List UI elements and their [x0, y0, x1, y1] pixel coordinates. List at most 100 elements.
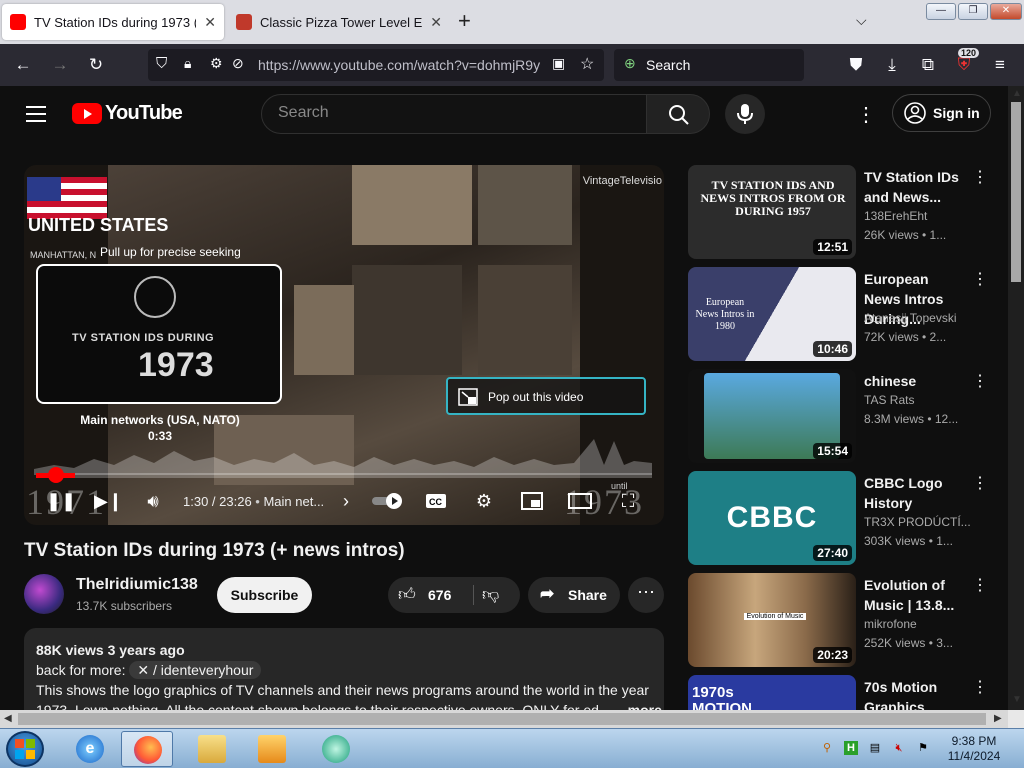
taskbar-firefox[interactable]: [121, 731, 173, 767]
miniplayer-icon[interactable]: [520, 489, 544, 513]
related-video-item[interactable]: TV STATION IDS AND NEWS INTROS FROM OR D…: [688, 165, 998, 259]
taskbar-internet-explorer[interactable]: e: [64, 731, 116, 767]
subtitles-icon[interactable]: CC: [424, 489, 448, 513]
pop-out-video-button[interactable]: Pop out this video: [446, 377, 646, 415]
related-channel[interactable]: Atanasij Topevski: [864, 311, 957, 325]
reader-view-icon[interactable]: ▣: [552, 55, 565, 72]
related-channel[interactable]: TR3X PRODÚCTÍ...: [864, 515, 971, 529]
list-all-tabs-chevron-icon[interactable]: ⌵: [856, 12, 867, 29]
scroll-right-arrow-icon[interactable]: ▶: [994, 713, 1002, 724]
share-button[interactable]: ➦ Share: [528, 577, 620, 613]
horizontal-scrollbar[interactable]: ◀ ▶: [0, 710, 1008, 728]
scroll-down-arrow-icon[interactable]: ▼: [1012, 694, 1022, 705]
related-more-icon[interactable]: ⋮: [972, 677, 988, 697]
channel-name[interactable]: TheIridiumic138: [76, 576, 198, 594]
bookmark-star-icon[interactable]: ☆: [580, 54, 594, 74]
tab-pizza-tower[interactable]: Classic Pizza Tower Level Editor ✕: [228, 4, 450, 40]
url-bar[interactable]: ⛉ 🔒︎ ⚙ ⊘ https://www.youtube.com/watch?v…: [148, 49, 604, 81]
scroll-up-arrow-icon[interactable]: ▲: [1012, 88, 1022, 99]
related-thumbnail[interactable]: Evolution of Music 20:23: [688, 573, 856, 667]
scroll-left-arrow-icon[interactable]: ◀: [4, 713, 12, 724]
vertical-scrollbar[interactable]: ▲ ▼: [1008, 86, 1024, 710]
related-more-icon[interactable]: ⋮: [972, 473, 988, 493]
vertical-scroll-thumb[interactable]: [1011, 102, 1021, 282]
related-channel[interactable]: TAS Rats: [864, 393, 914, 407]
tray-monitor-icon[interactable]: ▤: [868, 741, 882, 755]
taskbar-file-explorer[interactable]: [186, 731, 238, 767]
minimize-window-button[interactable]: —: [926, 3, 956, 20]
related-thumbnail[interactable]: 1970s MOTION: [688, 675, 856, 710]
system-clock[interactable]: 9:38 PM 11/4/2024: [938, 734, 1010, 764]
related-title[interactable]: 70s Motion Graphics from...: [864, 677, 968, 710]
related-more-icon[interactable]: ⋮: [972, 575, 988, 595]
thumbs-up-icon[interactable]: 👍︎: [398, 584, 416, 605]
forward-arrow-icon[interactable]: →: [47, 52, 73, 78]
like-count[interactable]: 676: [428, 587, 451, 603]
extensions-icon[interactable]: ⧉: [915, 52, 941, 78]
related-channel[interactable]: 138ErehEht: [864, 209, 927, 223]
taskbar-app[interactable]: [310, 731, 362, 767]
related-video-item[interactable]: CBBC 27:40 CBBC Logo History TR3X PRODÚC…: [688, 471, 998, 565]
related-video-item[interactable]: 1970s MOTION 70s Motion Graphics from...…: [688, 675, 998, 710]
permissions-icon[interactable]: ⚙: [210, 55, 223, 72]
chapter-chevron-icon[interactable]: ›: [334, 489, 358, 513]
taskbar-media-player[interactable]: [246, 731, 298, 767]
related-thumbnail[interactable]: European News Intros in 1980 10:46: [688, 267, 856, 361]
downloads-icon[interactable]: ⤓: [879, 52, 905, 78]
youtube-search-input[interactable]: [278, 104, 618, 122]
horizontal-scroll-thumb[interactable]: [18, 713, 986, 725]
related-thumbnail[interactable]: 15:54: [688, 369, 856, 463]
tray-network-icon[interactable]: ⚲: [820, 741, 834, 755]
related-thumbnail[interactable]: TV STATION IDS AND NEWS INTROS FROM OR D…: [688, 165, 856, 259]
tray-app-icon[interactable]: H: [844, 741, 858, 755]
youtube-search-box[interactable]: [261, 94, 647, 134]
voice-search-button[interactable]: [725, 94, 765, 134]
channel-avatar[interactable]: [24, 574, 64, 614]
close-tab-icon[interactable]: ✕: [430, 14, 442, 31]
autoplay-blocked-icon[interactable]: ⊘: [232, 55, 244, 72]
close-window-button[interactable]: ✕: [990, 3, 1022, 20]
new-tab-icon[interactable]: +: [458, 10, 471, 32]
pocket-icon[interactable]: ⛊: [843, 52, 869, 78]
back-arrow-icon[interactable]: ←: [10, 52, 36, 78]
guide-menu-icon[interactable]: [26, 106, 46, 122]
lock-icon[interactable]: 🔒︎: [184, 55, 191, 72]
url-text[interactable]: https://www.youtube.com/watch?v=dohmjR9y: [258, 57, 546, 73]
settings-more-icon[interactable]: ⋮: [856, 102, 876, 127]
volume-icon[interactable]: 🔊︎: [141, 489, 165, 513]
related-thumbnail[interactable]: CBBC 27:40: [688, 471, 856, 565]
theater-mode-icon[interactable]: [568, 489, 592, 513]
autoplay-toggle[interactable]: [370, 489, 406, 513]
tab-tv-station-ids[interactable]: TV Station IDs during 1973 (+ news intro…: [2, 4, 224, 40]
related-video-item[interactable]: 15:54 chinese TAS Rats 8.3M views • 12..…: [688, 369, 998, 463]
close-tab-icon[interactable]: ✕: [204, 14, 216, 31]
shield-icon[interactable]: ⛉: [156, 55, 167, 72]
related-video-item[interactable]: European News Intros in 1980 10:46 Europ…: [688, 267, 998, 361]
settings-gear-icon[interactable]: ⚙: [472, 489, 496, 513]
start-button[interactable]: [6, 731, 44, 767]
progress-bar[interactable]: [36, 473, 652, 478]
tray-flag-icon[interactable]: ⚑: [916, 741, 930, 755]
subscribe-button[interactable]: Subscribe: [217, 577, 312, 613]
sign-in-button[interactable]: Sign in: [892, 94, 991, 132]
menu-hamburger-icon[interactable]: ≡: [987, 52, 1013, 78]
thumbs-down-icon[interactable]: 👎︎: [482, 584, 499, 605]
related-title[interactable]: Evolution of Music | 13.8...: [864, 575, 968, 615]
related-video-item[interactable]: Evolution of Music 20:23 Evolution of Mu…: [688, 573, 998, 667]
chapter-short[interactable]: Main net...: [263, 494, 324, 509]
related-title[interactable]: CBBC Logo History: [864, 473, 968, 513]
maximize-window-button[interactable]: ❐: [958, 3, 988, 20]
play-pause-icon[interactable]: ❚❚: [46, 489, 76, 513]
related-more-icon[interactable]: ⋮: [972, 269, 988, 289]
related-title[interactable]: chinese: [864, 371, 968, 391]
related-title[interactable]: TV Station IDs and News...: [864, 167, 968, 207]
next-video-icon[interactable]: ▶❙: [94, 489, 123, 513]
related-channel[interactable]: mikrofone: [864, 617, 917, 631]
video-player[interactable]: UNITED STATES MANHATTAN, N Pull up for p…: [24, 165, 664, 525]
youtube-logo[interactable]: YouTube: [72, 102, 183, 125]
fullscreen-icon[interactable]: ⛶: [616, 489, 640, 513]
related-more-icon[interactable]: ⋮: [972, 371, 988, 391]
reload-icon[interactable]: ↻: [83, 52, 109, 78]
x-handle-link[interactable]: ✕ / identeveryhour: [129, 661, 262, 679]
related-more-icon[interactable]: ⋮: [972, 167, 988, 187]
